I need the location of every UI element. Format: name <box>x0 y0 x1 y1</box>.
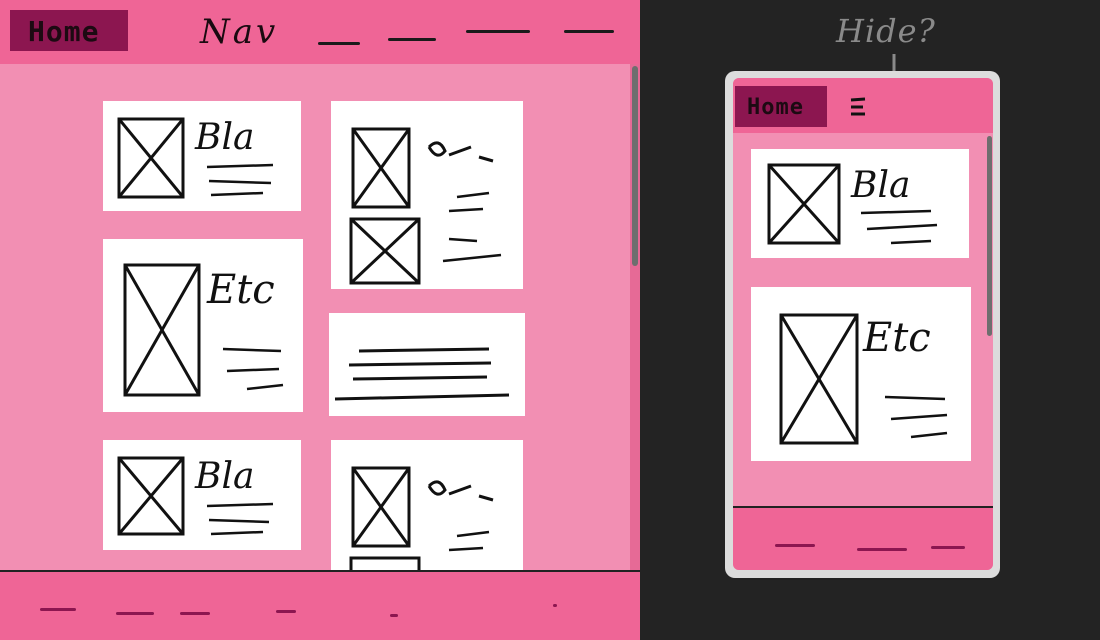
card-heading: Bla <box>195 456 255 497</box>
hide-annotation: Hide? <box>836 12 936 50</box>
footer-link-placeholder[interactable] <box>116 612 154 615</box>
desktop-mockup: Home Nav Bla Etc Bla <box>0 0 640 640</box>
content-card[interactable]: Bla <box>751 149 969 258</box>
footer-link-placeholder[interactable] <box>553 604 557 607</box>
footer-link-placeholder[interactable] <box>931 546 965 549</box>
content-card[interactable]: Etc <box>751 287 971 461</box>
image-placeholder-icon <box>779 313 948 445</box>
nav-link-placeholder[interactable] <box>318 42 360 45</box>
mobile-mockup: Home Bla Etc <box>733 78 993 570</box>
footer-link-placeholder[interactable] <box>390 614 398 617</box>
content-card[interactable] <box>331 101 523 289</box>
nav-link-placeholder[interactable] <box>466 30 530 33</box>
desktop-home-button[interactable]: Home <box>10 10 128 51</box>
mobile-scrollbar-thumb[interactable] <box>987 136 992 336</box>
nav-link-placeholder[interactable] <box>564 30 614 33</box>
content-card[interactable] <box>329 313 525 416</box>
footer-link-placeholder[interactable] <box>180 612 210 615</box>
desktop-nav-label: Nav <box>200 12 279 52</box>
desktop-nav-bar: Home Nav <box>0 0 640 64</box>
content-card[interactable]: Bla <box>103 440 301 550</box>
image-placeholder-icon <box>349 466 494 580</box>
content-card[interactable]: Bla <box>103 101 301 211</box>
hamburger-menu-icon[interactable] <box>849 96 867 118</box>
image-placeholder-icon <box>123 263 284 397</box>
nav-link-placeholder[interactable] <box>388 38 436 41</box>
footer-link-placeholder[interactable] <box>775 544 815 547</box>
content-card[interactable]: Etc <box>103 239 303 412</box>
mobile-home-button[interactable]: Home <box>735 86 827 127</box>
card-heading: Bla <box>851 165 911 206</box>
card-heading: Etc <box>207 267 275 313</box>
mobile-nav-bar: Home <box>733 78 993 133</box>
footer-link-placeholder[interactable] <box>857 548 907 551</box>
image-placeholder-icon <box>349 127 502 285</box>
desktop-footer <box>0 570 640 640</box>
footer-link-placeholder[interactable] <box>276 610 296 613</box>
footer-link-placeholder[interactable] <box>40 608 76 611</box>
text-block-placeholder <box>334 347 510 401</box>
desktop-scrollbar-thumb[interactable] <box>632 66 638 266</box>
mobile-footer <box>733 506 993 570</box>
card-heading: Etc <box>863 315 931 361</box>
content-card[interactable] <box>331 440 523 580</box>
card-heading: Bla <box>195 117 255 158</box>
